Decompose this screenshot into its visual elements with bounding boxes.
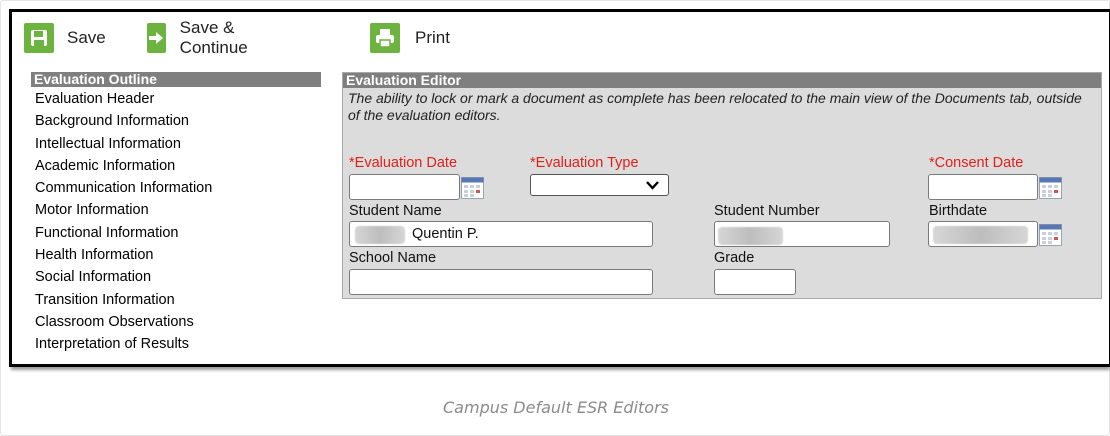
outline-item[interactable]: Intellectual Information [35,133,321,155]
outline-header: Evaluation Outline [31,72,321,87]
editor-note: The ability to lock or mark a document a… [348,90,1082,123]
outline-item[interactable]: Interpretation of Results [35,333,321,355]
calendar-icon[interactable] [461,177,484,199]
grade-label: Grade [714,250,755,266]
outline-item[interactable]: Transition Information [35,289,321,311]
redacted-text [718,227,783,245]
save-icon [24,23,54,53]
save-continue-button[interactable]: Save & Continue [147,18,259,57]
consent-date-label: *Consent Date [929,155,1024,171]
evaluation-type-label: *Evaluation Type [530,155,639,171]
outline-item[interactable]: Background Information [35,110,321,132]
redacted-text [933,226,1028,244]
redacted-text [355,226,405,244]
outline-item[interactable]: Functional Information [35,222,321,244]
figure-card: Save Save & Continue Print Evaluation Ou… [0,0,1110,436]
student-name-label: Student Name [349,203,442,219]
consent-date-input[interactable] [928,174,1038,200]
outline-item[interactable]: Academic Information [35,155,321,177]
printer-icon [370,23,400,53]
outline-item[interactable]: Health Information [35,244,321,266]
evaluation-outline-panel: Evaluation Outline Evaluation Header Bac… [31,72,321,362]
outline-item[interactable]: Classroom Observations [35,311,321,333]
calendar-icon[interactable] [1039,177,1062,199]
student-number-input[interactable] [714,221,890,247]
chevron-down-icon [646,181,659,190]
save-continue-label: Save & Continue [179,18,248,57]
save-label: Save [67,28,106,47]
calendar-icon[interactable] [1039,224,1062,246]
editor-header: Evaluation Editor [343,73,1101,88]
print-button[interactable]: Print [370,21,450,55]
school-name-label: School Name [349,250,437,266]
arrow-right-icon [147,23,166,53]
student-number-label: Student Number [714,203,820,219]
outline-item[interactable]: Motor Information [35,199,321,221]
outline-item[interactable]: Social Information [35,266,321,288]
student-name-value: Quentin P. [412,226,479,242]
outline-item[interactable]: Communication Information [35,177,321,199]
school-name-input[interactable] [349,269,653,295]
evaluation-date-input[interactable] [349,174,460,200]
outline-list: Evaluation Header Background Information… [31,87,321,356]
birthdate-label: Birthdate [929,203,988,219]
evaluation-date-label: *Evaluation Date [349,155,458,171]
evaluation-type-select[interactable] [530,174,669,196]
outline-item[interactable]: Evaluation Header [35,88,321,110]
evaluation-editor-panel: Evaluation Editor The ability to lock or… [342,72,1102,299]
print-label: Print [415,28,450,47]
screenshot-frame: Save Save & Continue Print Evaluation Ou… [9,9,1110,367]
grade-input[interactable] [714,269,796,295]
save-button[interactable]: Save [24,21,106,55]
figure-caption: Campus Default ESR Editors [443,398,669,417]
birthdate-input[interactable] [928,221,1038,247]
student-name-input[interactable]: Quentin P. [349,221,653,247]
